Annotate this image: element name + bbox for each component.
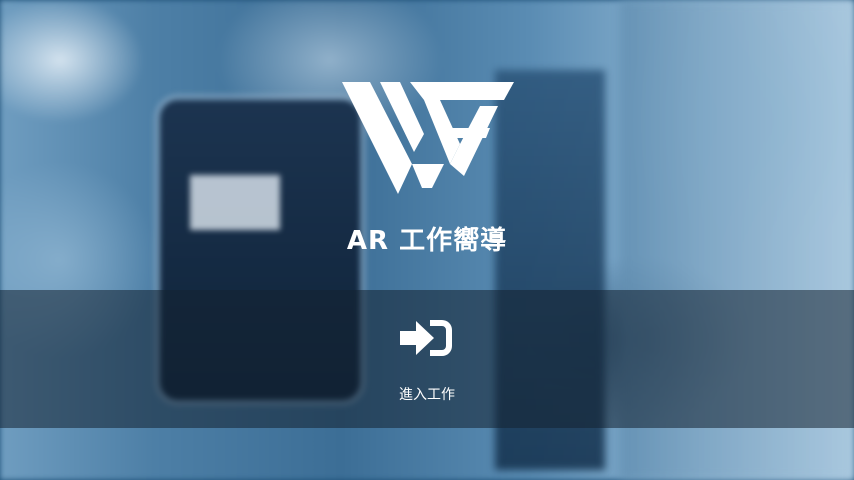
enter-work-button[interactable]: 進入工作 <box>367 304 487 416</box>
sign-in-icon <box>400 316 454 360</box>
splash-screen: AR 工作嚮導 進入工作 <box>0 0 854 480</box>
app-title: AR 工作嚮導 <box>346 226 508 256</box>
wg-logo-icon <box>340 78 514 196</box>
action-bar: 進入工作 <box>0 290 854 428</box>
enter-work-label: 進入工作 <box>399 387 455 403</box>
